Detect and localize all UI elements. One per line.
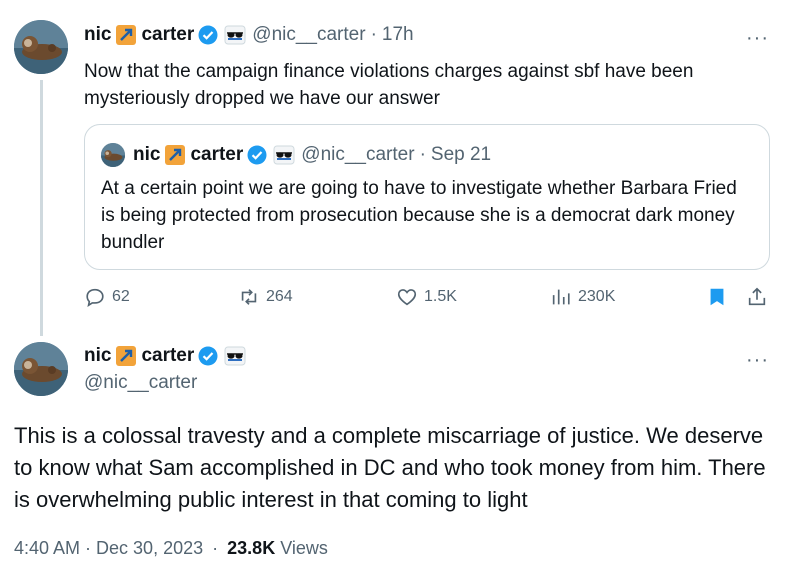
like-button[interactable]: 1.5K xyxy=(396,286,457,308)
affiliate-sunglasses-icon[interactable] xyxy=(224,25,246,45)
display-name[interactable]: nic xyxy=(84,345,111,367)
retweet-count: 264 xyxy=(266,288,293,305)
sea-otter-avatar-icon xyxy=(101,143,125,167)
action-bar: 62 264 1.5K 230K xyxy=(84,286,774,312)
verified-badge-icon[interactable] xyxy=(198,346,218,366)
reply-icon xyxy=(86,288,104,307)
quoted-tweet-card[interactable]: nic carter @nic__carter · Sep 21 At a ce… xyxy=(84,124,770,270)
retweet-icon xyxy=(241,289,257,305)
affiliate-sunglasses-icon[interactable] xyxy=(224,346,246,366)
handle[interactable]: @nic__carter xyxy=(84,372,197,394)
affiliate-sunglasses-icon xyxy=(273,145,295,165)
like-icon xyxy=(397,289,417,306)
reply-button[interactable]: 62 xyxy=(84,286,130,308)
bitcoin-emoji-icon xyxy=(116,25,137,45)
separator: · xyxy=(419,144,426,165)
more-options-icon[interactable]: ··· xyxy=(746,350,769,370)
retweet-button[interactable]: 264 xyxy=(238,286,293,308)
sea-otter-avatar-icon xyxy=(14,342,68,396)
separator: · xyxy=(370,24,377,45)
display-name-second[interactable]: carter xyxy=(141,345,194,367)
display-name[interactable]: nic xyxy=(84,24,111,46)
sea-otter-avatar-icon xyxy=(14,20,68,74)
handle[interactable]: @nic__carter xyxy=(252,24,365,46)
views-count: 230K xyxy=(578,288,616,305)
display-name: nic xyxy=(133,144,161,165)
avatar[interactable] xyxy=(14,20,68,74)
views-label: Views xyxy=(280,538,328,558)
tweet-text: Now that the campaign finance violations… xyxy=(84,61,694,109)
thread-line xyxy=(40,80,43,336)
separator: · xyxy=(212,538,219,558)
views-button[interactable]: 230K xyxy=(550,286,615,308)
reply-count: 62 xyxy=(112,288,130,305)
bookmark-icon xyxy=(710,288,724,306)
timestamp[interactable]: 4:40 AM · Dec 30, 2023 xyxy=(14,538,203,558)
tweet-footer: 4:40 AM · Dec 30, 2023 · 23.8K Views xyxy=(14,538,328,559)
verified-badge-icon xyxy=(247,145,267,165)
timestamp: Sep 21 xyxy=(430,144,492,165)
bitcoin-emoji-icon xyxy=(165,145,186,165)
like-count: 1.5K xyxy=(424,288,457,305)
quoted-tweet-text: At a certain point we are going to have … xyxy=(101,178,737,253)
quoted-author-row: nic carter @nic__carter · Sep 21 xyxy=(133,144,491,166)
handle: @nic__carter xyxy=(301,144,415,165)
timestamp[interactable]: 17h xyxy=(382,24,414,46)
main-tweet-text: This is a colossal travesty and a comple… xyxy=(14,423,766,512)
avatar[interactable] xyxy=(14,342,68,396)
author-row: nic carter @nic__carter · 17h xyxy=(84,24,414,46)
display-name-second: carter xyxy=(190,144,244,165)
bitcoin-emoji-icon xyxy=(116,346,137,366)
views-count: 23.8K xyxy=(227,538,276,558)
quoted-avatar[interactable] xyxy=(101,143,125,167)
share-icon xyxy=(748,287,766,306)
main-author-row: nic carter xyxy=(84,345,252,367)
views-icon xyxy=(552,289,570,305)
share-button[interactable] xyxy=(746,286,774,308)
more-options-icon[interactable]: ··· xyxy=(746,28,769,48)
bookmark-button[interactable] xyxy=(706,286,734,308)
display-name-second[interactable]: carter xyxy=(141,24,194,46)
verified-badge-icon[interactable] xyxy=(198,25,218,45)
